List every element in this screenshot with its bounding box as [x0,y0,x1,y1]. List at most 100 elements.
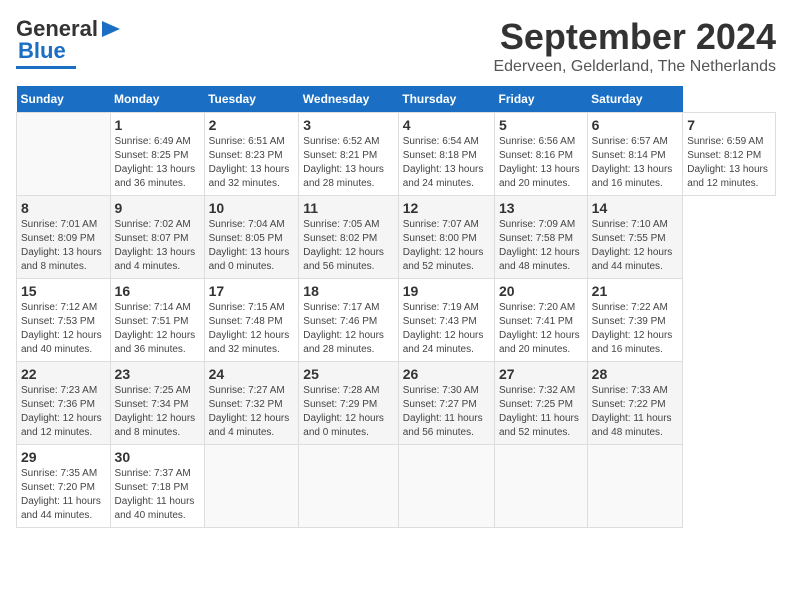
day-info: Sunrise: 7:23 AMSunset: 7:36 PMDaylight:… [21,384,106,440]
day-info: Sunrise: 7:14 AMSunset: 7:51 PMDaylight:… [115,301,200,357]
header-tuesday: Tuesday [204,86,299,113]
calendar-week-row: 29 Sunrise: 7:35 AMSunset: 7:20 PMDayligh… [17,445,776,528]
calendar-header-row: SundayMondayTuesdayWednesdayThursdayFrid… [17,86,776,113]
calendar-cell: 30 Sunrise: 7:37 AMSunset: 7:18 PMDayligh… [110,445,204,528]
day-number: 19 [403,283,490,299]
calendar-cell: 17 Sunrise: 7:15 AMSunset: 7:48 PMDayligh… [204,279,299,362]
day-info: Sunrise: 6:51 AMSunset: 8:23 PMDaylight:… [209,135,295,191]
day-info: Sunrise: 6:49 AMSunset: 8:25 PMDaylight:… [115,135,200,191]
day-info: Sunrise: 7:15 AMSunset: 7:48 PMDaylight:… [209,301,295,357]
day-number: 13 [499,200,583,216]
calendar-cell [299,445,398,528]
day-info: Sunrise: 7:05 AMSunset: 8:02 PMDaylight:… [303,218,393,274]
day-number: 29 [21,449,106,465]
day-info: Sunrise: 7:04 AMSunset: 8:05 PMDaylight:… [209,218,295,274]
calendar-cell: 9 Sunrise: 7:02 AMSunset: 8:07 PMDaylight… [110,196,204,279]
calendar-cell: 25 Sunrise: 7:28 AMSunset: 7:29 PMDayligh… [299,362,398,445]
title-area: September 2024 Ederveen, Gelderland, The… [493,16,776,76]
calendar-cell: 2 Sunrise: 6:51 AMSunset: 8:23 PMDaylight… [204,113,299,196]
day-number: 11 [303,200,393,216]
calendar-cell: 21Sunrise: 7:22 AMSunset: 7:39 PMDayligh… [587,279,683,362]
calendar-cell [204,445,299,528]
day-info: Sunrise: 6:56 AMSunset: 8:16 PMDaylight:… [499,135,583,191]
header-saturday: Saturday [587,86,683,113]
calendar-cell: 14 Sunrise: 7:10 AMSunset: 7:55 PMDayligh… [587,196,683,279]
page-header: General Blue September 2024 Ederveen, Ge… [16,16,776,76]
calendar-cell: 13 Sunrise: 7:09 AMSunset: 7:58 PMDayligh… [495,196,588,279]
day-number: 28 [592,366,679,382]
day-number: 12 [403,200,490,216]
calendar-cell: 15 Sunrise: 7:12 AMSunset: 7:53 PMDayligh… [17,279,111,362]
day-info: Sunrise: 7:27 AMSunset: 7:32 PMDaylight:… [209,384,295,440]
calendar-cell [587,445,683,528]
day-number: 6 [592,117,679,133]
day-number: 1 [115,117,200,133]
day-number: 7 [687,117,771,133]
day-info: Sunrise: 7:17 AMSunset: 7:46 PMDaylight:… [303,301,393,357]
day-info: Sunrise: 7:12 AMSunset: 7:53 PMDaylight:… [21,301,106,357]
calendar-cell: 29 Sunrise: 7:35 AMSunset: 7:20 PMDayligh… [17,445,111,528]
logo-arrow-icon [100,19,122,39]
calendar-cell: 1 Sunrise: 6:49 AMSunset: 8:25 PMDaylight… [110,113,204,196]
day-info: Sunrise: 7:33 AMSunset: 7:22 PMDaylight:… [592,384,679,440]
calendar-cell: 10Sunrise: 7:04 AMSunset: 8:05 PMDayligh… [204,196,299,279]
day-info: Sunrise: 7:01 AMSunset: 8:09 PMDaylight:… [21,218,106,274]
day-number: 5 [499,117,583,133]
day-number: 8 [21,200,106,216]
day-info: Sunrise: 7:37 AMSunset: 7:18 PMDaylight:… [115,467,200,523]
day-number: 17 [209,283,295,299]
day-info: Sunrise: 7:35 AMSunset: 7:20 PMDaylight:… [21,467,106,523]
day-info: Sunrise: 7:10 AMSunset: 7:55 PMDaylight:… [592,218,679,274]
calendar-week-row: 8 Sunrise: 7:01 AMSunset: 8:09 PMDaylight… [17,196,776,279]
calendar-cell [17,113,111,196]
calendar-cell [398,445,494,528]
day-info: Sunrise: 7:30 AMSunset: 7:27 PMDaylight:… [403,384,490,440]
day-number: 25 [303,366,393,382]
day-number: 21 [592,283,679,299]
day-number: 4 [403,117,490,133]
logo-blue: Blue [18,38,66,63]
day-info: Sunrise: 7:02 AMSunset: 8:07 PMDaylight:… [115,218,200,274]
day-number: 24 [209,366,295,382]
day-info: Sunrise: 7:28 AMSunset: 7:29 PMDaylight:… [303,384,393,440]
day-number: 15 [21,283,106,299]
calendar-cell: 3 Sunrise: 6:52 AMSunset: 8:21 PMDaylight… [299,113,398,196]
day-info: Sunrise: 7:19 AMSunset: 7:43 PMDaylight:… [403,301,490,357]
day-info: Sunrise: 7:20 AMSunset: 7:41 PMDaylight:… [499,301,583,357]
day-number: 14 [592,200,679,216]
day-info: Sunrise: 6:52 AMSunset: 8:21 PMDaylight:… [303,135,393,191]
calendar-cell: 12 Sunrise: 7:07 AMSunset: 8:00 PMDayligh… [398,196,494,279]
day-number: 3 [303,117,393,133]
day-info: Sunrise: 6:57 AMSunset: 8:14 PMDaylight:… [592,135,679,191]
location-subtitle: Ederveen, Gelderland, The Netherlands [493,58,776,76]
calendar-cell: 20 Sunrise: 7:20 AMSunset: 7:41 PMDayligh… [495,279,588,362]
calendar-cell: 18 Sunrise: 7:17 AMSunset: 7:46 PMDayligh… [299,279,398,362]
day-info: Sunrise: 7:07 AMSunset: 8:00 PMDaylight:… [403,218,490,274]
calendar-cell: 24 Sunrise: 7:27 AMSunset: 7:32 PMDayligh… [204,362,299,445]
day-number: 16 [115,283,200,299]
day-number: 9 [115,200,200,216]
calendar-table: SundayMondayTuesdayWednesdayThursdayFrid… [16,86,776,528]
day-info: Sunrise: 7:32 AMSunset: 7:25 PMDaylight:… [499,384,583,440]
day-number: 22 [21,366,106,382]
month-title: September 2024 [493,16,776,58]
calendar-cell: 23Sunrise: 7:25 AMSunset: 7:34 PMDayligh… [110,362,204,445]
day-number: 26 [403,366,490,382]
day-number: 30 [115,449,200,465]
calendar-week-row: 15 Sunrise: 7:12 AMSunset: 7:53 PMDayligh… [17,279,776,362]
calendar-cell: 16 Sunrise: 7:14 AMSunset: 7:51 PMDayligh… [110,279,204,362]
day-number: 18 [303,283,393,299]
day-number: 20 [499,283,583,299]
calendar-cell: 26 Sunrise: 7:30 AMSunset: 7:27 PMDayligh… [398,362,494,445]
day-info: Sunrise: 7:09 AMSunset: 7:58 PMDaylight:… [499,218,583,274]
day-number: 2 [209,117,295,133]
day-info: Sunrise: 6:59 AMSunset: 8:12 PMDaylight:… [687,135,771,191]
calendar-cell: 4Sunrise: 6:54 AMSunset: 8:18 PMDaylight… [398,113,494,196]
calendar-cell: 28 Sunrise: 7:33 AMSunset: 7:22 PMDayligh… [587,362,683,445]
calendar-cell [495,445,588,528]
day-number: 27 [499,366,583,382]
calendar-week-row: 22 Sunrise: 7:23 AMSunset: 7:36 PMDayligh… [17,362,776,445]
header-friday: Friday [495,86,588,113]
calendar-cell: 6 Sunrise: 6:57 AMSunset: 8:14 PMDaylight… [587,113,683,196]
header-wednesday: Wednesday [299,86,398,113]
